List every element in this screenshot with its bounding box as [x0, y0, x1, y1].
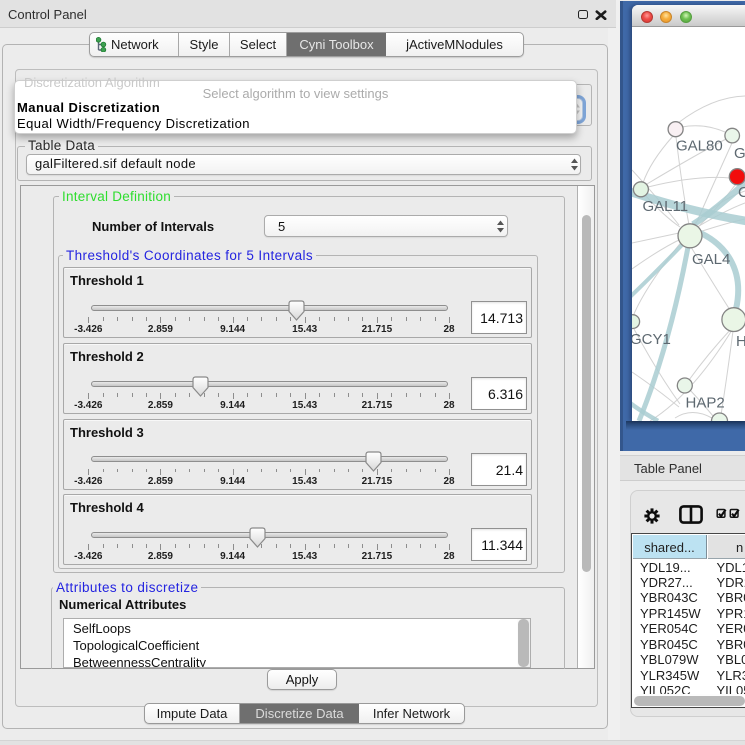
svg-text:GAL80: GAL80 [676, 138, 723, 155]
svg-text:G: G [734, 145, 745, 162]
svg-text:H: H [736, 333, 745, 350]
svg-text:C: C [738, 184, 745, 201]
svg-text:GCY1: GCY1 [632, 331, 671, 348]
svg-text:GAL4: GAL4 [692, 251, 730, 268]
svg-text:GAL11: GAL11 [643, 198, 689, 215]
svg-text:HAP2: HAP2 [686, 395, 725, 412]
